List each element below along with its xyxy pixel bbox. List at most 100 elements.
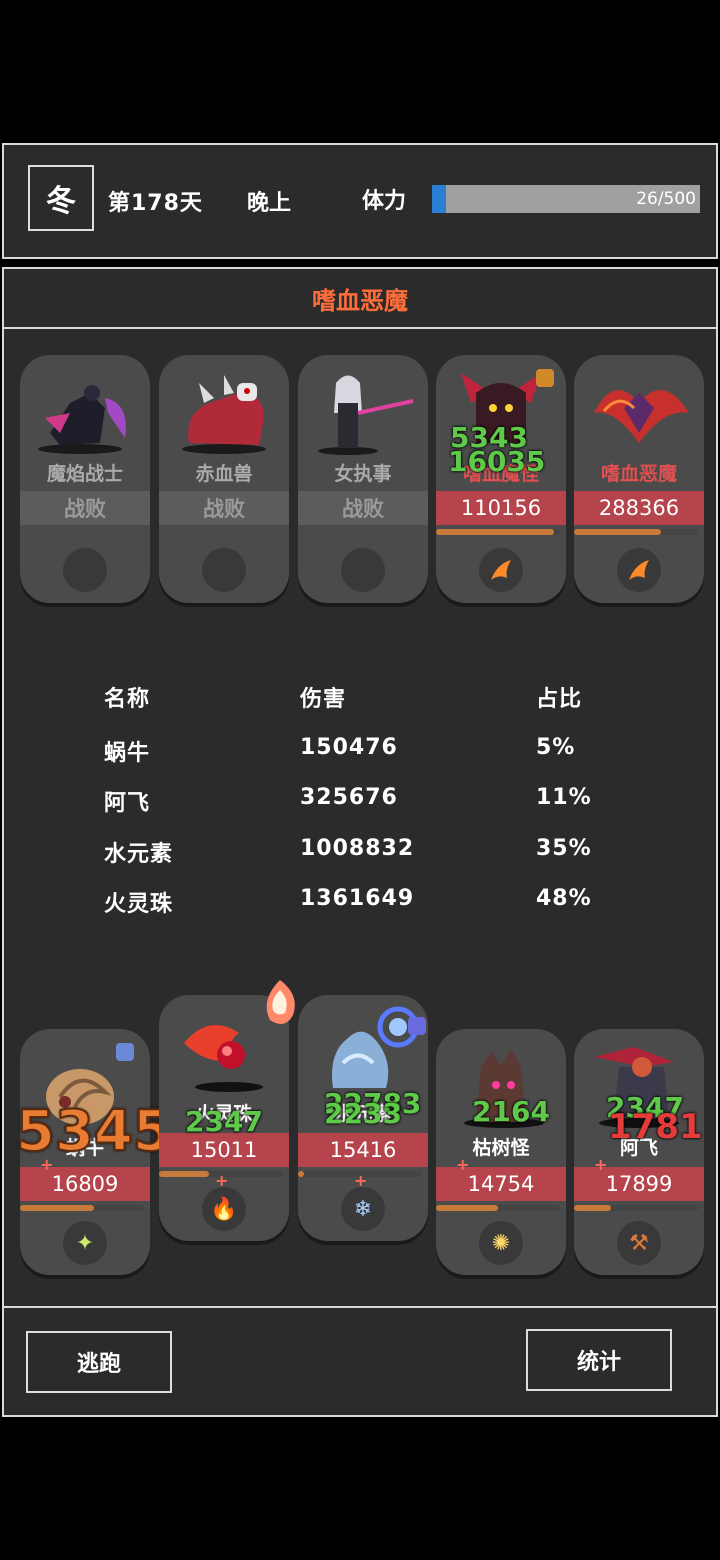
season-label: 冬 bbox=[46, 184, 76, 219]
stats-button[interactable]: 统计 bbox=[526, 1329, 672, 1391]
ally-name: 火灵珠 bbox=[195, 1103, 253, 1125]
energy-bar bbox=[574, 1205, 698, 1211]
battle-title-bar: 嗜血恶魔 bbox=[4, 269, 716, 329]
row-share: 35% bbox=[536, 836, 592, 861]
ally-hp-value: 15416 bbox=[329, 1138, 397, 1162]
energy-fill bbox=[436, 529, 554, 535]
enemy-card[interactable]: 嗜血魔怪 110156 5343 16035 bbox=[436, 355, 566, 603]
enemy-hp-value: 110156 bbox=[460, 496, 542, 520]
buff-badge-icon bbox=[536, 369, 554, 387]
enemy-hp-bar: 288366 bbox=[574, 491, 704, 525]
empty-skill-slot bbox=[341, 548, 385, 592]
afei-sprite bbox=[594, 1047, 679, 1128]
ice-skill-icon: ❄ bbox=[341, 1187, 385, 1231]
energy-bar bbox=[20, 1205, 144, 1211]
ally-hp-bar: 15011 bbox=[159, 1133, 289, 1167]
ally-hp-value: 15011 bbox=[190, 1138, 258, 1162]
enemy-hp-value: 288366 bbox=[598, 496, 680, 520]
ally-hp-value: 16809 bbox=[51, 1172, 119, 1196]
enemy-hp-bar: 110156 bbox=[436, 491, 566, 525]
ally-name: 水元素 bbox=[334, 1103, 392, 1125]
energy-bar bbox=[574, 529, 698, 535]
header-damage: 伤害 bbox=[300, 687, 347, 712]
energy-bar bbox=[436, 1205, 560, 1211]
tree-monster-sprite bbox=[464, 1049, 544, 1128]
heal-sparkle-icon: + bbox=[594, 1155, 608, 1174]
status-bar: 冬 第178天 晚上 体力 26/500 bbox=[2, 143, 718, 259]
time-of-day: 晚上 bbox=[247, 191, 292, 216]
enemy-name: 女执事 bbox=[334, 463, 392, 485]
hammer-skill-icon: ⚒ bbox=[617, 1221, 661, 1265]
maid-sprite bbox=[318, 375, 414, 455]
fire-skill-icon: 🔥 bbox=[202, 1187, 246, 1231]
buff-badge-icon bbox=[116, 1043, 134, 1061]
table-row: 火灵珠 1361649 48% bbox=[104, 886, 624, 926]
row-damage: 1008832 bbox=[300, 836, 415, 861]
heal-sparkle-icon: + bbox=[40, 1155, 54, 1174]
ally-hp-value: 17899 bbox=[605, 1172, 673, 1196]
fire-slash-skill-icon bbox=[617, 548, 661, 592]
row-damage: 1361649 bbox=[300, 886, 415, 911]
header-share: 占比 bbox=[536, 687, 583, 712]
enemy-name: 魔焰战士 bbox=[46, 463, 123, 485]
ally-card[interactable]: 枯树怪 14754 ✺ 2164 + bbox=[436, 1029, 566, 1275]
row-share: 48% bbox=[536, 886, 592, 911]
empty-skill-slot bbox=[63, 548, 107, 592]
enemy-card[interactable]: 女执事 战败 bbox=[298, 355, 428, 603]
flee-button[interactable]: 逃跑 bbox=[26, 1331, 172, 1393]
burst-skill-icon: ✺ bbox=[479, 1221, 523, 1265]
water-elemental-sprite bbox=[332, 1006, 418, 1088]
energy-fill bbox=[574, 1205, 612, 1211]
row-share: 11% bbox=[536, 785, 592, 810]
energy-fill bbox=[436, 1205, 498, 1211]
ice-icon: ❄ bbox=[353, 1196, 373, 1222]
header-name: 名称 bbox=[104, 687, 151, 712]
heal-sparkle-icon: + bbox=[215, 1171, 229, 1190]
energy-bar bbox=[436, 529, 560, 535]
enemy-card[interactable]: 魔焰战士 战败 bbox=[20, 355, 150, 603]
battle-panel: 嗜血恶魔 魔焰战士 战败 赤血兽 战败 女执事 战败 嗜血魔怪 110156 5… bbox=[2, 267, 718, 1417]
ally-card[interactable]: 阿飞 17899 ⚒ 2347 1781 + bbox=[574, 1029, 704, 1275]
energy-fill bbox=[574, 529, 661, 535]
stamina-text: 26/500 bbox=[636, 189, 696, 209]
day-counter: 第178天 bbox=[108, 191, 203, 216]
ally-hp-value: 14754 bbox=[467, 1172, 535, 1196]
defeated-status: 战败 bbox=[20, 491, 150, 525]
ally-card[interactable]: 火灵珠 15011 🔥 2347 + bbox=[159, 980, 295, 1241]
enemy-card[interactable]: 赤血兽 战败 bbox=[159, 355, 289, 603]
dark-warrior-sprite bbox=[38, 385, 126, 454]
row-name: 火灵珠 bbox=[104, 892, 174, 917]
ally-card[interactable]: 蜗牛 16809 ✦ 5345 + bbox=[15, 1029, 173, 1275]
ally-hp-bar: 15416 bbox=[298, 1133, 428, 1167]
enemy-name: 嗜血魔怪 bbox=[462, 463, 539, 485]
stamina-fill bbox=[432, 185, 446, 213]
blood-demon-sprite bbox=[594, 390, 689, 443]
row-name: 阿飞 bbox=[104, 791, 151, 816]
row-name: 水元素 bbox=[104, 842, 174, 867]
sparkle-icon: ✦ bbox=[75, 1230, 95, 1256]
battle-title: 嗜血恶魔 bbox=[312, 286, 408, 315]
table-row: 水元素 1008832 35% bbox=[104, 836, 624, 876]
row-name: 蜗牛 bbox=[104, 741, 151, 766]
empty-skill-slot bbox=[202, 548, 246, 592]
row-damage: 150476 bbox=[300, 735, 398, 760]
ally-card[interactable]: 水元素 15416 ❄ 22783 2233 + bbox=[298, 995, 428, 1241]
enemy-name: 赤血兽 bbox=[195, 463, 253, 485]
buff-badge-icon bbox=[408, 1017, 426, 1035]
row-damage: 325676 bbox=[300, 785, 398, 810]
heal-sparkle-icon: + bbox=[456, 1155, 470, 1174]
row-share: 5% bbox=[536, 735, 576, 760]
heal-sparkle-icon: + bbox=[354, 1171, 368, 1190]
stamina-label: 体力 bbox=[362, 189, 407, 214]
sparkle-skill-icon: ✦ bbox=[63, 1221, 107, 1265]
defeated-status: 战败 bbox=[298, 491, 428, 525]
burst-icon: ✺ bbox=[491, 1230, 511, 1256]
energy-fill bbox=[159, 1171, 209, 1177]
season-indicator: 冬 bbox=[28, 165, 94, 231]
stats-header-row: 名称 伤害 占比 bbox=[104, 681, 624, 721]
table-row: 蜗牛 150476 5% bbox=[104, 735, 624, 775]
energy-fill bbox=[298, 1171, 305, 1177]
fire-slash-skill-icon bbox=[479, 548, 523, 592]
enemy-card[interactable]: 嗜血恶魔 288366 bbox=[574, 355, 704, 603]
energy-fill bbox=[20, 1205, 95, 1211]
